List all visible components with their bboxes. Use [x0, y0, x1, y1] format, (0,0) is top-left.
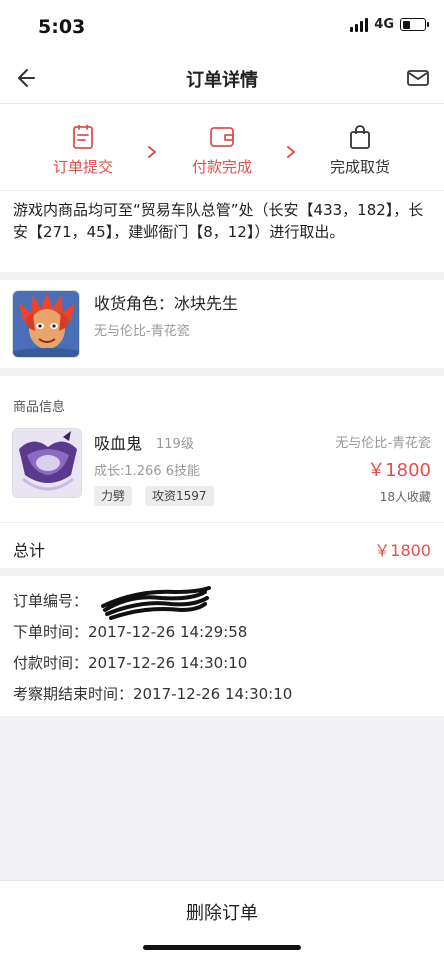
mail-icon[interactable]	[406, 66, 430, 90]
receiver-role-name: 收货角色：冰块先生	[94, 294, 239, 313]
order-inspect-row: 考察期结束时间：2017-12-26 14:30:10	[13, 679, 431, 710]
order-number-row: 订单编号：	[13, 586, 431, 620]
receiver-server: 无与伦比-青花瓷	[94, 324, 190, 339]
pet-level: 119级	[156, 437, 194, 452]
order-created-row: 下单时间：2017-12-26 14:29:58	[13, 617, 431, 648]
step-payment-complete: 付款完成	[172, 124, 272, 177]
redaction-scribble	[101, 586, 211, 620]
step-pickup-complete: 完成取货	[310, 124, 410, 177]
order-paid-row: 付款时间：2017-12-26 14:30:10	[13, 648, 431, 679]
order-inspect-label: 考察期结束时间：	[13, 685, 134, 703]
total-value: ￥1800	[374, 541, 431, 560]
order-created-time: 2017-12-26 14:29:58	[88, 623, 248, 641]
favorites-count: 18人收藏	[379, 490, 431, 504]
receiver-role-card: 收货角色：冰块先生 无与伦比-青花瓷	[0, 280, 444, 368]
status-time: 5:03	[38, 16, 86, 38]
section-title: 商品信息	[13, 400, 66, 415]
attribute-tag: 攻资1597	[145, 486, 214, 506]
step-label: 完成取货	[329, 158, 390, 176]
skill-tag: 力劈	[94, 486, 133, 506]
wallet-icon	[172, 124, 272, 150]
order-paid-label: 付款时间：	[13, 654, 89, 672]
order-number-label: 订单编号：	[13, 592, 89, 610]
pet-server: 无与伦比-青花瓷	[335, 436, 431, 451]
pet-name[interactable]: 吸血鬼	[94, 430, 142, 454]
status-bar: 5:03 4G	[0, 0, 444, 52]
chevron-right-icon	[146, 144, 158, 158]
page-title: 订单详情	[186, 70, 258, 91]
order-paid-time: 2017-12-26 14:30:10	[88, 654, 248, 672]
status-indicators: 4G	[350, 17, 429, 32]
network-type: 4G	[374, 17, 394, 32]
order-progress: 订单提交 付款完成 完成取货	[0, 104, 444, 190]
nav-bar: 订单详情	[0, 52, 444, 104]
pet-growth: 成长:1.266 6技能	[94, 464, 200, 479]
shopping-bag-icon	[310, 124, 410, 150]
clipboard-icon	[33, 124, 133, 150]
bottom-bar: 删除订单	[0, 880, 444, 960]
order-created-label: 下单时间：	[13, 623, 89, 641]
step-label: 付款完成	[191, 158, 252, 176]
battery-level	[402, 20, 410, 29]
battery-icon	[400, 18, 429, 31]
pet-price: ￥1800	[367, 460, 431, 481]
pet-image[interactable]	[12, 428, 82, 498]
order-inspect-time: 2017-12-26 14:30:10	[133, 685, 293, 703]
delete-order-button[interactable]: 删除订单	[0, 899, 444, 925]
signal-icon	[350, 17, 369, 32]
role-avatar	[12, 290, 80, 358]
step-order-submitted: 订单提交	[33, 124, 133, 177]
goods-section: 商品信息 吸血鬼 119级 无与伦比-青花瓷 成长:1.266 6技能 ￥180…	[0, 376, 444, 568]
chevron-right-icon	[285, 144, 297, 158]
pickup-notice: 游戏内商品均可至“贸易车队总管”处（长安【433，182】，长安【271，45】…	[0, 190, 444, 272]
step-label: 订单提交	[52, 158, 113, 176]
order-info: 订单编号： 下单时间：2017-12-26 14:29:58 付款时间：2017…	[0, 576, 444, 716]
total-label: 总计	[13, 541, 46, 560]
home-indicator[interactable]	[143, 945, 301, 950]
total-row: 总计 ￥1800	[0, 522, 444, 568]
